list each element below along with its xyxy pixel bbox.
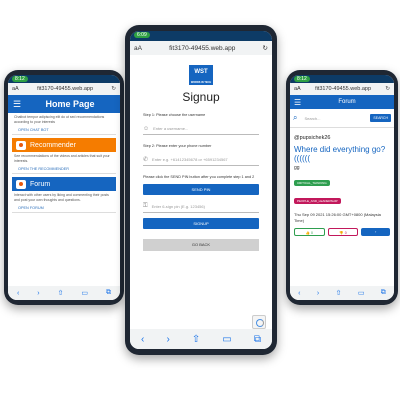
recommender-description: See recommendations of the videos and ar… — [14, 154, 110, 163]
search-button[interactable]: SEARCH — [370, 114, 391, 122]
chatbot-description: Chatbot tempor adipiscing elit do ut sed… — [14, 115, 105, 124]
url-text[interactable]: fit3170-49455.web.app — [23, 86, 108, 92]
share-icon[interactable]: ⇧ — [336, 289, 342, 297]
phone-screen: 8:12 aA fit3170-49455.web.app ↻ ☰ Forum … — [290, 75, 394, 300]
send-pin-button[interactable]: SEND PIN — [143, 184, 259, 195]
open-post-button[interactable]: › — [361, 228, 391, 236]
back-icon[interactable]: ‹ — [17, 290, 19, 297]
dislike-button[interactable]: 👎 0 — [327, 228, 359, 236]
status-time: 6:09 — [134, 32, 150, 38]
search-input[interactable]: Search... — [300, 116, 367, 121]
page-title: Signup — [182, 90, 220, 104]
text-size-icon[interactable]: aA — [294, 86, 301, 92]
browser-toolbar: ‹ › ⇧ ▭ ⧉ — [290, 286, 394, 300]
tag-badge[interactable]: PEOPLE_AND_LEADERSHIP — [294, 198, 341, 204]
share-icon[interactable]: ⇧ — [192, 334, 200, 345]
lock-icon: ⚿ — [143, 203, 148, 209]
person-icon: ☺ — [143, 125, 150, 132]
like-count: 0 — [311, 231, 313, 235]
status-bar: 6:09 — [130, 31, 272, 41]
recaptcha-icon[interactable] — [252, 315, 266, 329]
forum-description: Interact with other users by liking and … — [14, 193, 109, 202]
text-size-icon[interactable]: aA — [134, 45, 142, 52]
status-time: 8:12 — [12, 76, 28, 82]
browser-url-bar[interactable]: aA fit3170-49455.web.app ↻ — [130, 41, 272, 55]
page-title: Home Page — [45, 99, 95, 109]
bookmarks-icon[interactable]: ▭ — [358, 289, 365, 297]
arrow-right-icon: › — [375, 230, 377, 234]
open-forum-link[interactable]: OPEN FORUM — [12, 204, 116, 213]
reload-icon[interactable]: ↻ — [385, 86, 390, 92]
browser-url-bar[interactable]: aA fit3170-49455.web.app ↻ — [290, 83, 394, 95]
recommender-card-header: Recommender — [12, 138, 116, 152]
phone-screen: 8:12 aA fit3170-49455.web.app ↻ ☰ Home P… — [8, 75, 120, 300]
bookmarks-icon[interactable]: ▭ — [222, 334, 231, 345]
username-placeholder[interactable]: Enter a username... — [153, 126, 188, 131]
tabs-icon[interactable]: ⧉ — [254, 334, 261, 345]
search-row: ⌕ Search... SEARCH — [290, 109, 394, 128]
logo-text: WST — [194, 69, 208, 75]
bookmarks-icon[interactable]: ▭ — [81, 289, 88, 297]
open-chat-bot-link[interactable]: OPEN CHAT BOT — [12, 126, 116, 135]
forward-icon[interactable]: › — [37, 290, 39, 297]
step1-label: Step 1: Please choose the username — [143, 113, 206, 117]
phone-placeholder[interactable]: Enter e.g. +61412345678 or +6591234567 — [152, 157, 228, 162]
username-field[interactable]: ☺ Enter a username... — [143, 123, 259, 135]
back-icon[interactable]: ‹ — [141, 334, 144, 345]
page-title: Forum — [338, 99, 356, 105]
forum-title: Forum — [30, 180, 51, 188]
status-bar: 8:12 — [8, 75, 120, 83]
pin-field[interactable]: ⚿ Enter 6-sign pin (E.g. 123456) — [143, 201, 259, 213]
post-date: Thu Sep 09 2021 15:26:00 GMT+0800 (Malay… — [294, 212, 381, 223]
phone-forum: 8:12 aA fit3170-49455.web.app ↻ ☰ Forum … — [286, 70, 398, 305]
video-icon — [16, 140, 26, 150]
phone-screen: 6:09 aA fit3170-49455.web.app ↻ WST WORD… — [130, 31, 272, 349]
hamburger-menu-icon[interactable]: ☰ — [13, 99, 25, 110]
post-title[interactable]: Where did everything go?(((((( — [294, 145, 390, 163]
tabs-icon[interactable]: ⧉ — [106, 289, 111, 297]
recommender-title: Recommender — [30, 141, 76, 149]
like-button[interactable]: 👍 0 — [294, 228, 325, 236]
share-icon[interactable]: ⇧ — [58, 289, 64, 297]
app-header: ☰ Forum — [290, 95, 394, 109]
text-size-icon[interactable]: aA — [12, 86, 19, 92]
status-bar: 8:12 — [290, 75, 394, 83]
step2-label: Step 2: Please enter your phone number — [143, 144, 212, 148]
browser-url-bar[interactable]: aA fit3170-49455.web.app ↻ — [8, 83, 120, 95]
screenshot-stage: 8:12 aA fit3170-49455.web.app ↻ ☰ Home P… — [0, 0, 400, 400]
hamburger-menu-icon[interactable]: ☰ — [294, 98, 304, 107]
phone-field[interactable]: ✆ Enter e.g. +61412345678 or +6591234567 — [143, 154, 259, 166]
back-icon[interactable]: ‹ — [298, 290, 300, 297]
post-author[interactable]: @pupsichek26 — [294, 135, 390, 141]
reload-icon[interactable]: ↻ — [111, 86, 116, 92]
search-icon: ⌕ — [293, 113, 298, 122]
dislike-count: 0 — [344, 231, 347, 235]
url-text[interactable]: fit3170-49455.web.app — [146, 45, 259, 52]
open-recommender-link[interactable]: OPEN THE RECOMMENDER — [12, 165, 116, 174]
thumbs-down-icon: 👎 — [339, 231, 344, 235]
forward-icon[interactable]: › — [317, 290, 319, 297]
step3-label: Please click the SEND PIN button after y… — [143, 175, 255, 179]
phone-home-page: 8:12 aA fit3170-49455.web.app ↻ ☰ Home P… — [4, 70, 124, 305]
signup-button[interactable]: SIGNUP — [143, 218, 259, 229]
pin-placeholder[interactable]: Enter 6-sign pin (E.g. 123456) — [152, 204, 205, 209]
chat-bubble-icon — [16, 179, 26, 189]
browser-toolbar: ‹ › ⇧ ▭ ⧉ — [130, 329, 272, 349]
browser-toolbar: ‹ › ⇧ ▭ ⧉ — [8, 286, 120, 300]
forum-card-header: Forum — [12, 177, 116, 191]
reload-icon[interactable]: ↻ — [263, 44, 268, 52]
phone-icon: ✆ — [143, 157, 149, 163]
app-header: ☰ Home Page — [8, 95, 120, 113]
phone-signup: 6:09 aA fit3170-49455.web.app ↻ WST WORD… — [125, 25, 277, 355]
status-time: 8:12 — [294, 76, 310, 82]
forward-icon[interactable]: › — [166, 334, 169, 345]
app-logo: WST WORDS IN TECH — [189, 65, 213, 85]
url-text[interactable]: fit3170-49455.web.app — [305, 86, 382, 92]
go-back-button[interactable]: GO BACK — [143, 239, 259, 251]
tag-badge[interactable]: CRITICAL_THINKING — [294, 180, 330, 186]
thumbs-up-icon: 👍 — [305, 231, 311, 235]
tabs-icon[interactable]: ⧉ — [381, 289, 386, 297]
post-actions: 👍 0 👎 0 › — [294, 228, 391, 236]
logo-subtitle: WORDS IN TECH — [190, 81, 212, 84]
